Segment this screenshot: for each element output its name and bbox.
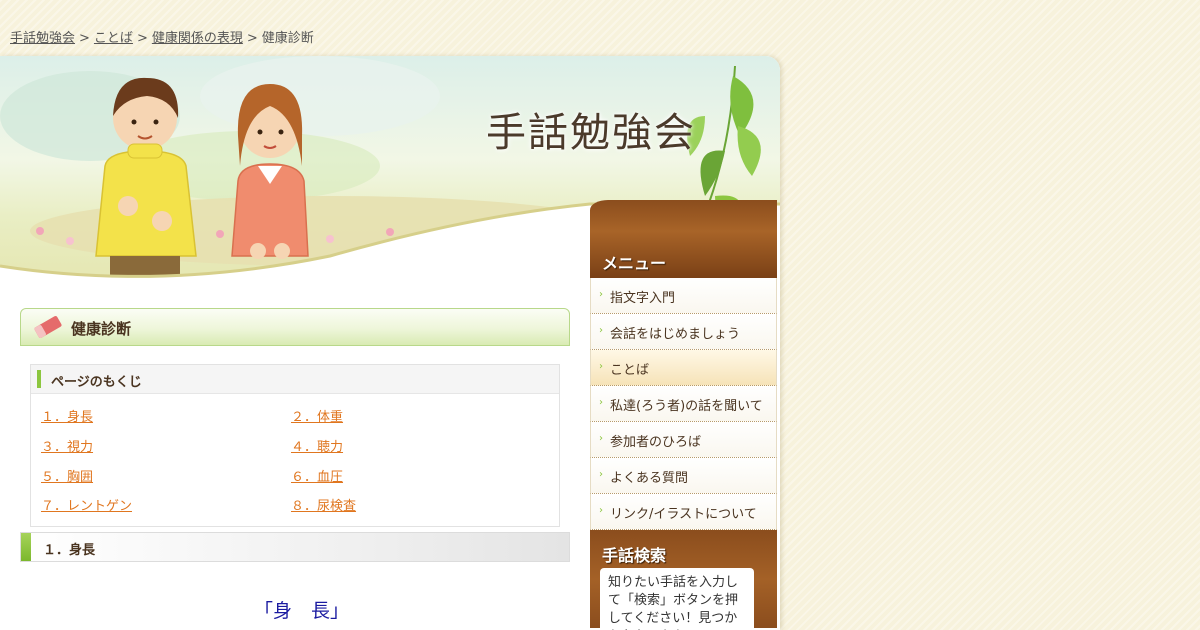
toc-link-hearing[interactable]: ４．聴力 [291,436,343,455]
toc-link-height[interactable]: １．身長 [41,406,93,425]
toc-link-weight[interactable]: ２．体重 [291,406,343,425]
toc-link-chest[interactable]: ５．胸囲 [41,466,93,485]
toc-header: ページのもくじ [31,365,559,394]
page-title-bar: 健康診断 [20,308,570,346]
menu-arrow-icon: › [599,325,603,336]
menu-item-label: ことば [610,363,650,378]
section-subheading: 「身 長」 [254,600,350,622]
menu-item-label: 会話をはじめましょう [610,327,741,342]
menu-heading: メニュー [602,254,667,273]
search-panel: 手話検索 知りたい手話を入力して「検索」ボタンを押してください！見つからなかった… [590,530,777,630]
section-heading: １．身長 [43,543,96,558]
menu-item-participants[interactable]: › 参加者のひろば [590,422,777,458]
breadcrumb: 手話勉強会 > ことば > 健康関係の表現 > 健康診断 [10,27,314,46]
menu-item-label: よくある質問 [610,471,689,486]
site-title[interactable]: 手話勉強会 [486,100,696,158]
search-instructions: 知りたい手話を入力して「検索」ボタンを押してください！見つからなかったら [600,568,754,630]
menu-item-label: 私達(ろう者)の話を聞いて [610,399,763,414]
menu-item-label: リンク/イラストについて [610,507,757,522]
menu-item-label: 参加者のひろば [610,435,702,450]
toc-link-xray[interactable]: ７．レントゲン [41,495,132,514]
section-marker [21,533,31,561]
menu-header: メニュー [590,200,777,278]
menu-arrow-icon: › [599,397,603,408]
menu-item-deaf-stories[interactable]: › 私達(ろう者)の話を聞いて [590,386,777,422]
page-title: 健康診断 [71,320,132,338]
breadcrumb-separator: > [136,31,148,46]
menu-item-conversation[interactable]: › 会話をはじめましょう [590,314,777,350]
breadcrumb-current: 健康診断 [261,31,314,46]
page-container: 手話勉強会 健康診断 ページのもくじ １．身長 ２．体重 ３．視力 ４．聴力 ５… [0,56,780,630]
toc-heading: ページのもくじ [51,375,142,390]
breadcrumb-separator: > [246,31,258,46]
breadcrumb-kotoba[interactable]: ことば [94,31,133,46]
toc-link-urine-test[interactable]: ８．尿検査 [291,495,356,514]
toc-box: ページのもくじ １．身長 ２．体重 ３．視力 ４．聴力 ５．胸囲 ６．血圧 ７．… [30,364,560,527]
menu-arrow-icon: › [599,361,603,372]
breadcrumb-separator: > [79,31,90,46]
menu-item-fingerspelling[interactable]: › 指文字入門 [590,278,777,314]
girl-illustration [231,84,309,259]
menu-item-links[interactable]: › リンク/イラストについて [590,494,777,530]
menu-item-faq[interactable]: › よくある質問 [590,458,777,494]
section-heading-bar: １．身長 [20,532,570,562]
menu-arrow-icon: › [599,433,603,444]
search-heading: 手話検索 [602,546,667,565]
menu-item-kotoba[interactable]: › ことば [590,350,777,386]
toc-link-blood-pressure[interactable]: ６．血圧 [291,466,343,485]
sidebar: メニュー › 指文字入門 › 会話をはじめましょう › ことば › 私達(ろう者)の話を… [590,200,777,630]
eraser-icon [34,316,62,338]
breadcrumb-home[interactable]: 手話勉強会 [10,31,75,46]
menu-arrow-icon: › [599,469,603,480]
breadcrumb-health[interactable]: 健康関係の表現 [152,31,243,46]
toc-link-vision[interactable]: ３．視力 [41,436,93,455]
menu-arrow-icon: › [599,289,603,300]
menu-arrow-icon: › [599,505,603,516]
menu-item-label: 指文字入門 [610,291,676,306]
toc-marker [37,370,41,388]
